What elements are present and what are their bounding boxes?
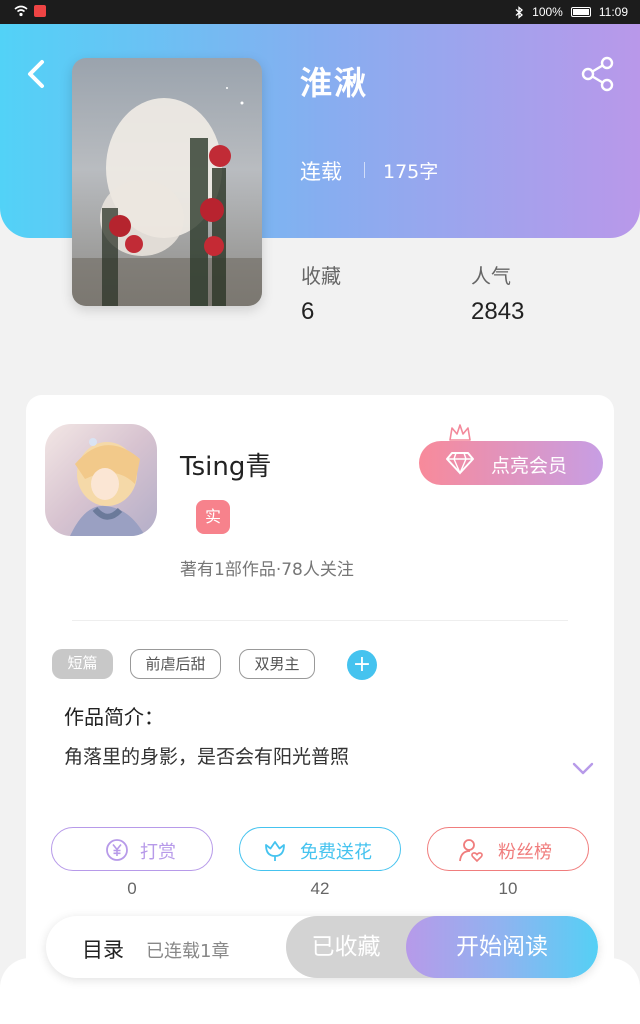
- diamond-icon: [446, 452, 474, 475]
- battery-icon: [570, 7, 591, 17]
- collected-label: 已收藏: [311, 934, 381, 960]
- status-bar: 100% 11:09: [0, 0, 640, 24]
- word-count: 175字: [383, 161, 439, 183]
- tag-angst-then-sweet[interactable]: 前虐后甜: [130, 649, 221, 679]
- flower-icon: [265, 841, 285, 861]
- bottom-action-bar: 目录 已连载1章 已收藏 开始阅读: [46, 916, 598, 978]
- book-title: 淮湫: [300, 64, 369, 102]
- clock: 11:09: [598, 5, 628, 19]
- tag-dual-male-leads[interactable]: 双男主: [239, 649, 315, 679]
- verified-badge: 实: [196, 500, 230, 534]
- start-reading-button[interactable]: 开始阅读: [406, 916, 598, 978]
- author-name[interactable]: Tsing青: [180, 446, 271, 483]
- flower-count: 42: [310, 879, 330, 898]
- toc-status: 已连载1章: [146, 941, 230, 962]
- tag-short-story[interactable]: 短篇: [52, 649, 113, 679]
- fan-ranking-button[interactable]: 粉丝榜: [427, 827, 589, 871]
- avatar-art: [70, 438, 145, 536]
- book-cover[interactable]: [72, 58, 262, 306]
- share-icon[interactable]: [578, 54, 618, 94]
- author-info: 著有1部作品·78人关注: [180, 560, 354, 580]
- cover-art: [72, 87, 262, 306]
- fan-count: 10: [498, 879, 518, 898]
- author-avatar[interactable]: [45, 424, 157, 536]
- favorites-label: 收藏: [301, 264, 341, 288]
- popularity-label: 人气: [471, 264, 511, 288]
- start-reading-label: 开始阅读: [456, 934, 548, 960]
- add-tag-button[interactable]: +: [347, 650, 377, 680]
- chevron-down-icon[interactable]: [570, 758, 596, 778]
- toc-button[interactable]: 目录: [82, 934, 124, 964]
- fan-ranking-label: 粉丝榜: [498, 842, 552, 863]
- send-flower-label: 免费送花: [300, 842, 372, 863]
- tip-label: 打赏: [140, 842, 176, 863]
- divider: [364, 162, 365, 178]
- tip-count: 0: [127, 879, 137, 898]
- vip-label: 点亮会员: [491, 455, 568, 477]
- wifi-icon: [14, 5, 28, 17]
- book-status: 连载: [300, 160, 342, 184]
- vip-button[interactable]: 点亮会员: [419, 441, 603, 485]
- intro-title: 作品简介：: [64, 705, 164, 729]
- card-divider: [72, 620, 568, 621]
- battery-percent: 100%: [532, 5, 563, 19]
- user-heart-icon: [459, 839, 483, 863]
- popularity-value: 2843: [471, 298, 525, 325]
- bluetooth-icon: [515, 5, 524, 19]
- send-flower-button[interactable]: 免费送花: [239, 827, 401, 871]
- notification-icon: [34, 5, 46, 17]
- yen-coin-icon: [106, 839, 128, 861]
- favorites-value: 6: [301, 298, 315, 325]
- tip-button[interactable]: 打赏: [51, 827, 213, 871]
- back-icon[interactable]: [20, 54, 54, 94]
- intro-text: 角落里的身影，是否会有阳光普照: [64, 746, 350, 768]
